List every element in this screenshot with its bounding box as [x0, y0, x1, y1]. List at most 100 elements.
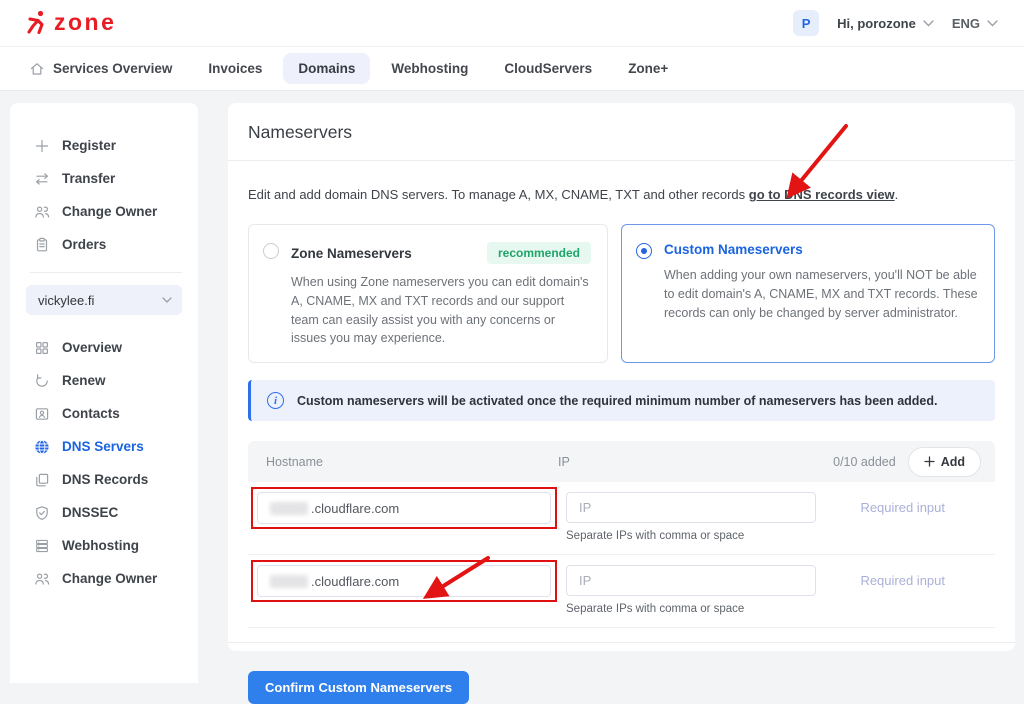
- annotation-red-box: .cloudflare.com: [251, 487, 557, 529]
- nameserver-row-2: .cloudflare.com Separate IPs with comma …: [248, 555, 995, 628]
- users-icon: [34, 204, 50, 220]
- add-nameserver-button[interactable]: Add: [908, 447, 981, 477]
- custom-nameservers-card[interactable]: Custom Nameservers When adding your own …: [621, 224, 995, 363]
- tab-label: Domains: [298, 61, 355, 76]
- user-avatar[interactable]: P: [793, 10, 819, 36]
- tab-label: CloudServers: [504, 61, 592, 76]
- server-icon: [34, 538, 50, 554]
- annotation-red-box: .cloudflare.com: [251, 560, 557, 602]
- top-header: zone P Hi, porozone ENG: [0, 0, 1024, 46]
- sidebar-item-renew[interactable]: Renew: [34, 364, 182, 397]
- info-icon: i: [267, 392, 284, 409]
- sidebar-item-change-owner-2[interactable]: Change Owner: [34, 562, 182, 595]
- tab-label: Invoices: [208, 61, 262, 76]
- sidebar-item-register[interactable]: Register: [34, 129, 182, 162]
- redacted-text: [270, 575, 308, 588]
- domain-selector[interactable]: vickylee.fi: [26, 285, 182, 315]
- sidebar-item-contacts[interactable]: Contacts: [34, 397, 182, 430]
- sidebar-item-label: DNS Servers: [62, 439, 144, 454]
- contact-card-icon: [34, 406, 50, 422]
- grid-icon: [34, 340, 50, 356]
- zone-nameservers-radio[interactable]: [263, 243, 279, 259]
- sidebar-item-label: Change Owner: [62, 571, 157, 586]
- intro-text: Edit and add domain DNS servers. To mana…: [248, 187, 995, 202]
- tab-zone-plus[interactable]: Zone+: [613, 53, 683, 84]
- nameservers-panel: Nameservers Edit and add domain DNS serv…: [228, 103, 1015, 651]
- sidebar-item-label: Register: [62, 138, 116, 153]
- tab-webhosting[interactable]: Webhosting: [376, 53, 483, 84]
- selected-domain: vickylee.fi: [38, 293, 94, 308]
- sidebar-item-label: Change Owner: [62, 204, 157, 219]
- tab-cloudservers[interactable]: CloudServers: [489, 53, 607, 84]
- sidebar-item-webhosting[interactable]: Webhosting: [34, 529, 182, 562]
- logo-wordmark: zone: [54, 11, 116, 34]
- sidebar-item-change-owner[interactable]: Change Owner: [34, 195, 182, 228]
- shield-check-icon: [34, 505, 50, 521]
- required-input-note: Required input: [860, 487, 945, 515]
- dns-records-view-link[interactable]: go to DNS records view: [749, 187, 895, 202]
- language-selector[interactable]: ENG: [952, 16, 998, 31]
- zone-nameservers-card[interactable]: Zone Nameservers recommended When using …: [248, 224, 608, 363]
- page-title: Nameservers: [228, 103, 1015, 161]
- sidebar: Register Transfer Change Owner Orders vi…: [10, 103, 198, 683]
- sidebar-item-label: Contacts: [62, 406, 120, 421]
- sidebar-item-dnssec[interactable]: DNSSEC: [34, 496, 182, 529]
- info-banner: i Custom nameservers will be activated o…: [248, 380, 995, 421]
- column-hostname: Hostname: [266, 455, 558, 469]
- tab-invoices[interactable]: Invoices: [193, 53, 277, 84]
- sidebar-item-label: Overview: [62, 340, 122, 355]
- nameservers-table: Hostname IP 0/10 added Add .cloudflare.c…: [248, 441, 995, 628]
- chevron-down-icon: [987, 20, 998, 27]
- custom-nameservers-radio[interactable]: [636, 243, 652, 259]
- tab-label: Services Overview: [53, 61, 172, 76]
- plus-icon: [34, 138, 50, 154]
- hostname-input[interactable]: .cloudflare.com: [257, 492, 551, 524]
- custom-nameservers-title: Custom Nameservers: [664, 242, 803, 257]
- language-label: ENG: [952, 16, 980, 31]
- intro-period: .: [895, 187, 899, 202]
- tab-services-overview[interactable]: Services Overview: [14, 53, 187, 85]
- zone-nameservers-title: Zone Nameservers: [291, 246, 412, 261]
- add-button-label: Add: [941, 455, 965, 469]
- transfer-arrows-icon: [34, 171, 50, 187]
- table-header: Hostname IP 0/10 added Add: [248, 441, 995, 482]
- plus-icon: [924, 456, 935, 467]
- required-input-note: Required input: [860, 560, 945, 588]
- tab-domains[interactable]: Domains: [283, 53, 370, 84]
- confirm-custom-nameservers-button[interactable]: Confirm Custom Nameservers: [248, 671, 469, 704]
- greeting-label: Hi, porozone: [837, 16, 916, 31]
- copy-pages-icon: [34, 472, 50, 488]
- hostname-value: .cloudflare.com: [311, 574, 399, 589]
- zone-logo[interactable]: zone: [26, 10, 116, 36]
- hostname-input[interactable]: .cloudflare.com: [257, 565, 551, 597]
- sidebar-item-label: Transfer: [62, 171, 115, 186]
- custom-nameservers-description: When adding your own nameservers, you'll…: [664, 266, 978, 322]
- ip-input[interactable]: [566, 492, 816, 523]
- sidebar-divider: [30, 272, 182, 273]
- sidebar-item-label: DNS Records: [62, 472, 148, 487]
- info-banner-text: Custom nameservers will be activated onc…: [297, 394, 938, 408]
- sidebar-item-overview[interactable]: Overview: [34, 331, 182, 364]
- sidebar-item-label: Orders: [62, 237, 106, 252]
- dns-globe-icon: [34, 439, 50, 455]
- sidebar-item-dns-records[interactable]: DNS Records: [34, 463, 182, 496]
- recommended-badge: recommended: [487, 242, 591, 264]
- tab-label: Zone+: [628, 61, 668, 76]
- main-nav: Services Overview Invoices Domains Webho…: [0, 46, 1024, 91]
- nameserver-row-1: .cloudflare.com Separate IPs with comma …: [248, 482, 995, 555]
- hostname-value: .cloudflare.com: [311, 501, 399, 516]
- sidebar-item-label: Renew: [62, 373, 106, 388]
- sidebar-item-transfer[interactable]: Transfer: [34, 162, 182, 195]
- ip-helper-text: Separate IPs with comma or space: [566, 603, 816, 615]
- sidebar-item-dns-servers[interactable]: DNS Servers: [34, 430, 182, 463]
- users-icon: [34, 571, 50, 587]
- footer-divider: [228, 642, 1015, 643]
- ip-helper-text: Separate IPs with comma or space: [566, 530, 816, 542]
- zone-nameservers-description: When using Zone nameservers you can edit…: [291, 273, 591, 348]
- ip-input[interactable]: [566, 565, 816, 596]
- home-icon: [29, 61, 45, 77]
- chevron-down-icon: [162, 297, 172, 303]
- intro-text-part: Edit and add domain DNS servers. To mana…: [248, 187, 749, 202]
- sidebar-item-orders[interactable]: Orders: [34, 228, 182, 261]
- user-menu[interactable]: Hi, porozone: [837, 16, 934, 31]
